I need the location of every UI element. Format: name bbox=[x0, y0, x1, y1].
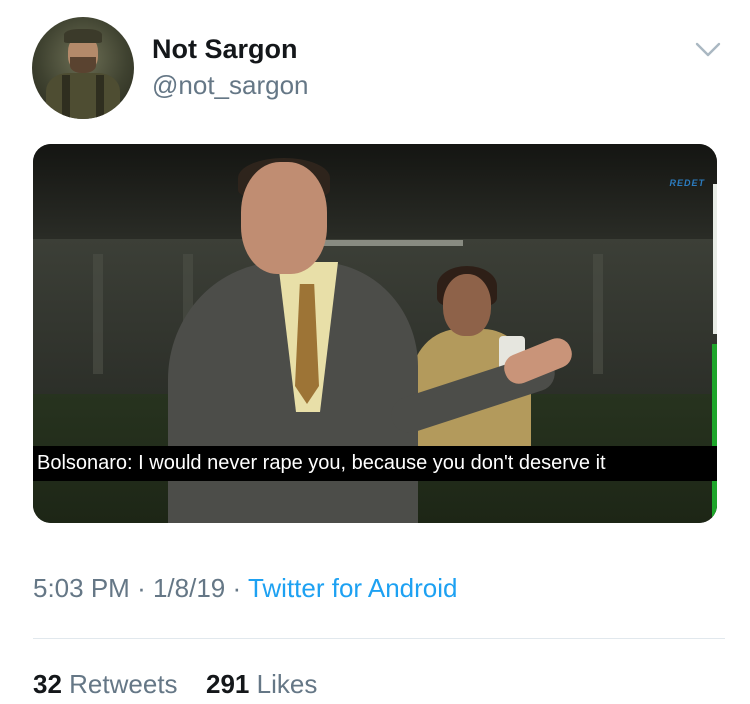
retweets-stat[interactable]: 32 Retweets bbox=[33, 669, 185, 699]
tweet-meta: 5:03 PM · 1/8/19 · Twitter for Android bbox=[33, 573, 457, 604]
likes-count: 291 bbox=[206, 669, 250, 699]
display-name[interactable]: Not Sargon bbox=[152, 34, 298, 65]
avatar-strap bbox=[62, 75, 70, 119]
media-edge-bar bbox=[713, 184, 717, 334]
media-man-head bbox=[241, 162, 327, 274]
tweet-media[interactable]: REDET Bolsonaro: I would never rape you,… bbox=[33, 144, 717, 523]
retweets-count: 32 bbox=[33, 669, 62, 699]
meta-separator: · bbox=[232, 573, 242, 603]
retweets-label: Retweets bbox=[69, 669, 178, 699]
likes-label: Likes bbox=[256, 669, 318, 699]
media-woman-head bbox=[443, 274, 491, 336]
media-pillar bbox=[593, 254, 603, 374]
likes-stat[interactable]: 291 Likes bbox=[206, 669, 317, 699]
chevron-down-icon[interactable] bbox=[693, 38, 723, 60]
video-subtitle: Bolsonaro: I would never rape you, becau… bbox=[33, 446, 717, 481]
meta-separator: · bbox=[137, 573, 146, 603]
avatar-vest bbox=[46, 73, 120, 119]
tweet-time[interactable]: 5:03 PM bbox=[33, 573, 130, 603]
avatar-beard bbox=[70, 57, 96, 73]
media-edge-bar bbox=[712, 344, 717, 523]
tweet-stats: 32 Retweets 291 Likes bbox=[33, 669, 317, 700]
divider bbox=[33, 638, 725, 639]
avatar-cap bbox=[64, 29, 102, 43]
media-pillar bbox=[93, 254, 103, 374]
tweet-date[interactable]: 1/8/19 bbox=[153, 573, 225, 603]
tweet-source-link[interactable]: Twitter for Android bbox=[248, 573, 458, 603]
media-watermark: REDET bbox=[669, 178, 705, 188]
avatar-strap bbox=[96, 75, 104, 119]
media-ceiling bbox=[33, 144, 717, 239]
user-handle[interactable]: @not_sargon bbox=[152, 70, 309, 101]
avatar[interactable] bbox=[32, 17, 134, 119]
